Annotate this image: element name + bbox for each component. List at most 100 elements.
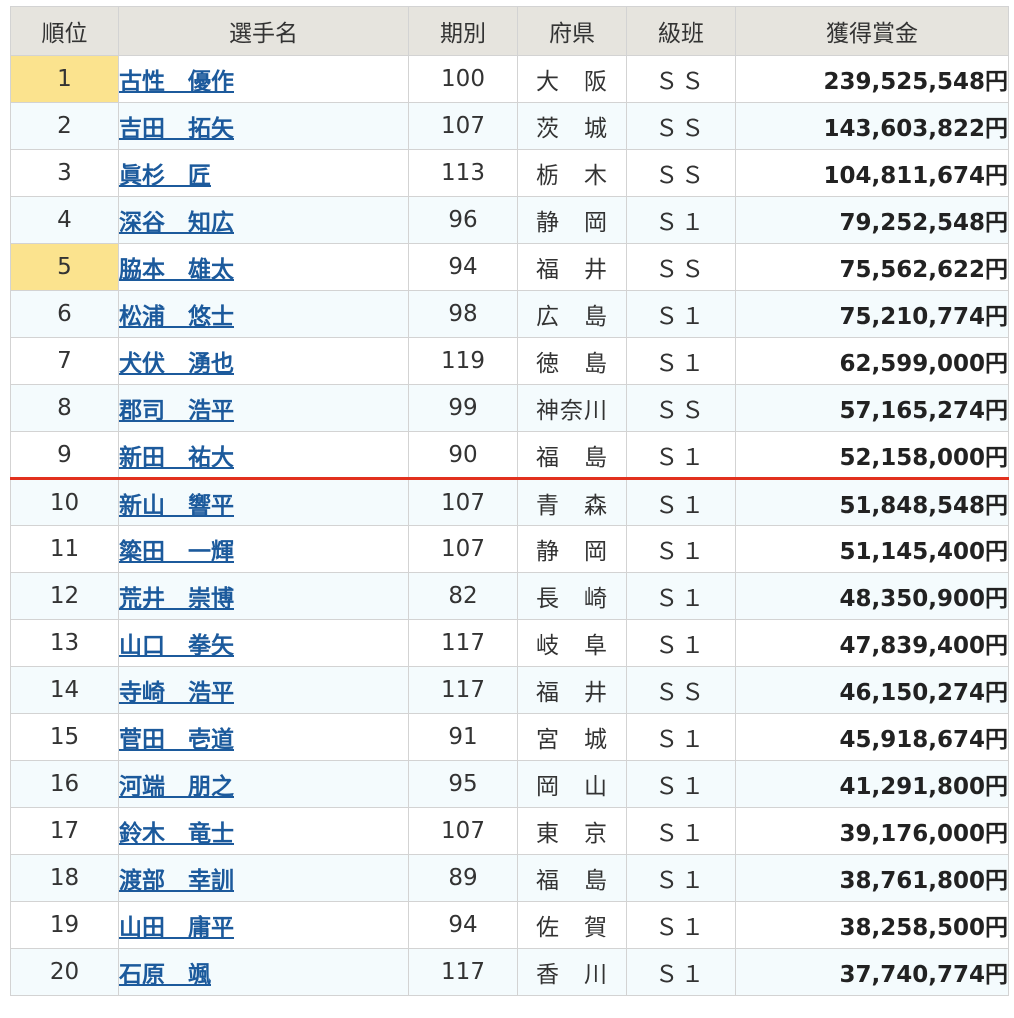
table-row: 3 眞杉 匠 113 栃 木 ＳＳ 104,811,674円: [10, 149, 1009, 197]
name-cell: 松浦 悠士: [118, 290, 409, 338]
term-cell: 95: [408, 760, 518, 808]
name-cell: 郡司 浩平: [118, 384, 409, 432]
header-prize: 獲得賞金: [735, 6, 1009, 56]
class-cell: Ｓ１: [626, 196, 736, 244]
name-cell: 菅田 壱道: [118, 713, 409, 761]
name-cell: 河端 朋之: [118, 760, 409, 808]
class-cell: Ｓ１: [626, 901, 736, 949]
player-name-link[interactable]: 眞杉 匠: [119, 163, 211, 189]
class-cell: Ｓ１: [626, 337, 736, 385]
class-cell: ＳＳ: [626, 666, 736, 714]
player-name-link[interactable]: 深谷 知広: [119, 210, 234, 236]
table-row: 20 石原 颯 117 香 川 Ｓ１ 37,740,774円: [10, 948, 1009, 996]
prefecture-cell: 青 森: [517, 478, 627, 526]
header-rank: 順位: [10, 6, 119, 56]
player-name-link[interactable]: 松浦 悠士: [119, 304, 234, 330]
rank-cell: 18: [10, 854, 119, 902]
prize-cell: 48,350,900円: [735, 572, 1009, 620]
term-cell: 117: [408, 619, 518, 667]
prefecture-cell: 茨 城: [517, 102, 627, 150]
rank-cell: 17: [10, 807, 119, 855]
rank-cell: 2: [10, 102, 119, 150]
rank-cell: 3: [10, 149, 119, 197]
prefecture-cell: 佐 賀: [517, 901, 627, 949]
rank-cell: 19: [10, 901, 119, 949]
player-name-link[interactable]: 山口 拳矢: [119, 633, 234, 659]
table-row: 8 郡司 浩平 99 神奈川 ＳＳ 57,165,274円: [10, 384, 1009, 432]
player-name-link[interactable]: 山田 庸平: [119, 915, 234, 941]
prefecture-cell: 福 井: [517, 243, 627, 291]
class-cell: ＳＳ: [626, 102, 736, 150]
player-name-link[interactable]: 吉田 拓矢: [119, 116, 234, 142]
class-cell: ＳＳ: [626, 55, 736, 103]
prefecture-cell: 広 島: [517, 290, 627, 338]
rank-cell: 1: [10, 55, 119, 103]
rank-cell: 16: [10, 760, 119, 808]
prefecture-cell: 東 京: [517, 807, 627, 855]
player-name-link[interactable]: 渡部 幸訓: [119, 868, 234, 894]
player-name-link[interactable]: 菅田 壱道: [119, 727, 234, 753]
player-name-link[interactable]: 荒井 崇博: [119, 586, 234, 612]
table-row: 13 山口 拳矢 117 岐 阜 Ｓ１ 47,839,400円: [10, 619, 1009, 667]
class-cell: Ｓ１: [626, 760, 736, 808]
table-row: 16 河端 朋之 95 岡 山 Ｓ１ 41,291,800円: [10, 760, 1009, 808]
prize-cell: 62,599,000円: [735, 337, 1009, 385]
name-cell: 眞杉 匠: [118, 149, 409, 197]
player-name-link[interactable]: 犬伏 湧也: [119, 351, 234, 377]
rank-cell: 6: [10, 290, 119, 338]
term-cell: 100: [408, 55, 518, 103]
class-cell: ＳＳ: [626, 149, 736, 197]
table-body: 1 古性 優作 100 大 阪 ＳＳ 239,525,548円 2 吉田 拓矢 107 茨 城 ＳＳ…: [10, 55, 1009, 996]
prize-cell: 79,252,548円: [735, 196, 1009, 244]
name-cell: 渡部 幸訓: [118, 854, 409, 902]
prize-cell: 104,811,674円: [735, 149, 1009, 197]
player-name-link[interactable]: 鈴木 竜士: [119, 821, 234, 847]
header-term: 期別: [408, 6, 518, 56]
prefecture-cell: 福 井: [517, 666, 627, 714]
table-header-row: 順位 選手名 期別 府県 級班 獲得賞金: [10, 6, 1009, 56]
player-name-link[interactable]: 脇本 雄太: [119, 257, 234, 283]
player-name-link[interactable]: 古性 優作: [119, 69, 234, 95]
rank-cell: 15: [10, 713, 119, 761]
term-cell: 107: [408, 807, 518, 855]
player-name-link[interactable]: 郡司 浩平: [119, 398, 234, 424]
table-row: 14 寺崎 浩平 117 福 井 ＳＳ 46,150,274円: [10, 666, 1009, 714]
table-row: 5 脇本 雄太 94 福 井 ＳＳ 75,562,622円: [10, 243, 1009, 291]
player-name-link[interactable]: 寺崎 浩平: [119, 680, 234, 706]
table-row: 9 新田 祐大 90 福 島 Ｓ１ 52,158,000円: [10, 431, 1009, 480]
prefecture-cell: 岐 阜: [517, 619, 627, 667]
name-cell: 新山 響平: [118, 478, 409, 526]
term-cell: 94: [408, 243, 518, 291]
class-cell: Ｓ１: [626, 525, 736, 573]
prize-cell: 75,210,774円: [735, 290, 1009, 338]
player-name-link[interactable]: 新山 響平: [119, 493, 234, 519]
player-name-link[interactable]: 石原 颯: [119, 962, 211, 988]
term-cell: 98: [408, 290, 518, 338]
term-cell: 113: [408, 149, 518, 197]
term-cell: 82: [408, 572, 518, 620]
player-name-link[interactable]: 簗田 一輝: [119, 539, 234, 565]
class-cell: Ｓ１: [626, 619, 736, 667]
prize-cell: 39,176,000円: [735, 807, 1009, 855]
term-cell: 91: [408, 713, 518, 761]
rank-cell: 10: [10, 478, 119, 526]
header-name: 選手名: [118, 6, 409, 56]
table-row: 15 菅田 壱道 91 宮 城 Ｓ１ 45,918,674円: [10, 713, 1009, 761]
table-row: 12 荒井 崇博 82 長 崎 Ｓ１ 48,350,900円: [10, 572, 1009, 620]
player-name-link[interactable]: 新田 祐大: [119, 445, 234, 471]
prefecture-cell: 福 島: [517, 854, 627, 902]
term-cell: 89: [408, 854, 518, 902]
class-cell: Ｓ１: [626, 431, 736, 480]
prefecture-cell: 香 川: [517, 948, 627, 996]
prize-cell: 45,918,674円: [735, 713, 1009, 761]
name-cell: 荒井 崇博: [118, 572, 409, 620]
rank-cell: 14: [10, 666, 119, 714]
header-prefecture: 府県: [517, 6, 627, 56]
prize-cell: 75,562,622円: [735, 243, 1009, 291]
rank-cell: 5: [10, 243, 119, 291]
table-row: 2 吉田 拓矢 107 茨 城 ＳＳ 143,603,822円: [10, 102, 1009, 150]
name-cell: 古性 優作: [118, 55, 409, 103]
player-name-link[interactable]: 河端 朋之: [119, 774, 234, 800]
prize-cell: 51,848,548円: [735, 478, 1009, 526]
class-cell: ＳＳ: [626, 243, 736, 291]
